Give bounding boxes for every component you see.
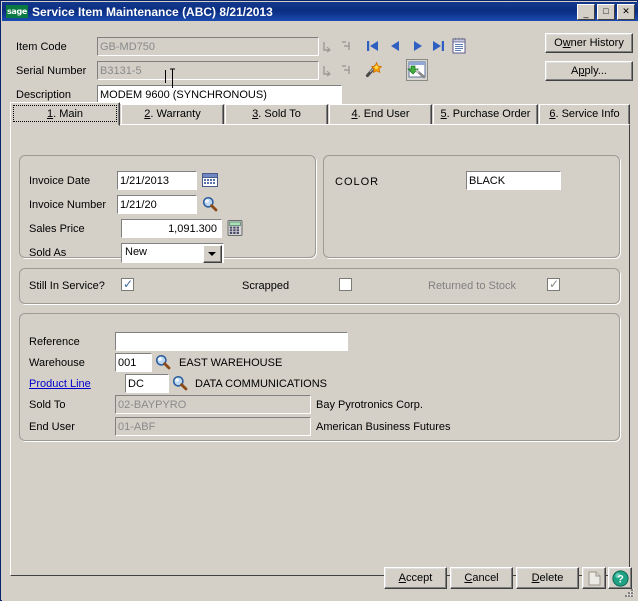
minimize-button[interactable]: _ xyxy=(577,4,595,20)
first-record-icon[interactable] xyxy=(365,38,381,54)
end-user-label: End User xyxy=(29,421,75,433)
serial-number-label: Serial Number xyxy=(16,65,87,77)
description-label: Description xyxy=(16,89,72,101)
sold-as-select[interactable]: New xyxy=(121,243,224,263)
reference-input[interactable] xyxy=(115,332,348,351)
sold-to-input[interactable] xyxy=(115,395,311,414)
tab-service-info-label: . Service Info xyxy=(555,108,620,120)
reference-label: Reference xyxy=(29,336,80,348)
product-line-link[interactable]: Product Line xyxy=(29,378,91,390)
description-input[interactable] xyxy=(97,85,342,104)
product-line-input[interactable] xyxy=(125,374,169,393)
color-input[interactable] xyxy=(466,171,561,190)
magnifier-lookup-icon[interactable] xyxy=(172,375,188,391)
calculator-icon[interactable] xyxy=(227,220,243,236)
tab-service-info[interactable]: 6. Service Info xyxy=(539,104,630,125)
tab-sold-to-label: . Sold To xyxy=(258,108,301,120)
sold-to-description: Bay Pyrotronics Corp. xyxy=(316,399,423,411)
list-lookup-icon[interactable] xyxy=(452,37,466,54)
magic-wand-icon[interactable] xyxy=(364,61,383,79)
returned-to-stock-checkbox: ✓ xyxy=(547,277,560,291)
warehouse-label: Warehouse xyxy=(29,357,85,369)
scrapped-label: Scrapped xyxy=(242,280,290,292)
expand-bracket-icon[interactable] xyxy=(322,39,335,54)
magnifier-lookup-icon[interactable] xyxy=(202,196,218,212)
item-code-label: Item Code xyxy=(16,41,67,53)
sage-logo-icon: sage xyxy=(6,5,28,18)
tab-purchase-order[interactable]: 5. Purchase Order xyxy=(433,104,538,125)
apply-button[interactable]: Apply... xyxy=(545,61,633,81)
end-user-input[interactable] xyxy=(115,417,311,436)
accept-button[interactable]: Accept xyxy=(384,567,447,589)
window-title: Service Item Maintenance (ABC) 8/21/2013 xyxy=(32,4,273,19)
last-record-icon[interactable] xyxy=(430,38,446,54)
cancel-button[interactable]: Cancel xyxy=(450,567,513,589)
previous-record-icon[interactable] xyxy=(387,38,403,54)
next-record-icon[interactable] xyxy=(410,38,426,54)
svg-text:?: ? xyxy=(617,573,624,585)
warehouse-input[interactable] xyxy=(115,353,152,372)
product-line-description: DATA COMMUNICATIONS xyxy=(195,378,327,390)
collapse-bracket-icon[interactable] xyxy=(340,39,353,54)
calendar-icon[interactable] xyxy=(202,172,218,188)
maximize-button[interactable]: □ xyxy=(597,4,615,20)
delete-button[interactable]: Delete xyxy=(516,567,579,589)
invoice-date-input[interactable] xyxy=(117,171,197,190)
sales-price-label: Sales Price xyxy=(29,223,85,235)
status-group-box xyxy=(19,268,620,304)
sold-as-value: New xyxy=(125,246,148,258)
collapse-bracket-icon[interactable] xyxy=(340,63,353,78)
magnifier-lookup-icon[interactable] xyxy=(155,354,171,370)
checkmark-icon: ✓ xyxy=(123,277,134,291)
tab-strip: 1. Main 2. Warranty 3. Sold To 4. End Us… xyxy=(10,102,630,126)
owner-history-button[interactable]: Owner History xyxy=(545,33,633,53)
print-preview-button[interactable] xyxy=(582,567,606,589)
title-bar: sage Service Item Maintenance (ABC) 8/21… xyxy=(2,2,638,21)
warehouse-description: EAST WAREHOUSE xyxy=(179,357,283,369)
invoice-number-input[interactable] xyxy=(117,195,197,214)
close-button[interactable]: ✕ xyxy=(617,4,635,20)
checkmark-icon: ✓ xyxy=(549,277,560,291)
tab-main[interactable]: 1. Main xyxy=(10,102,120,126)
item-code-input[interactable] xyxy=(97,37,319,56)
color-label: COLOR xyxy=(335,176,380,188)
tab-end-user[interactable]: 4. End User xyxy=(329,104,432,125)
window-frame: sage Service Item Maintenance (ABC) 8/21… xyxy=(0,0,638,601)
application-window: sage Service Item Maintenance (ABC) 8/21… xyxy=(0,0,638,601)
sales-price-input[interactable] xyxy=(121,219,222,238)
sold-to-label: Sold To xyxy=(29,399,66,411)
tab-panel-main: Invoice Date Invoice Number xyxy=(10,124,630,576)
still-in-service-label: Still In Service? xyxy=(29,280,105,292)
window-controls: _ □ ✕ xyxy=(577,4,635,20)
quick-print-icon[interactable] xyxy=(406,59,428,81)
text-caret xyxy=(165,70,166,83)
returned-to-stock-label: Returned to Stock xyxy=(428,280,517,292)
chevron-down-icon[interactable] xyxy=(203,245,222,263)
sold-as-label: Sold As xyxy=(29,247,67,259)
tab-end-user-label: . End User xyxy=(357,108,410,120)
tab-warranty-label: . Warranty xyxy=(150,108,201,120)
resize-grip[interactable] xyxy=(622,586,635,599)
tab-warranty[interactable]: 2. Warranty xyxy=(121,104,224,125)
end-user-description: American Business Futures xyxy=(316,421,451,433)
tab-main-label: . Main xyxy=(53,108,84,120)
invoice-date-label: Invoice Date xyxy=(29,175,91,187)
scrapped-checkbox[interactable] xyxy=(339,278,352,291)
serial-number-input[interactable] xyxy=(97,61,319,80)
invoice-number-label: Invoice Number xyxy=(29,199,107,211)
still-in-service-checkbox[interactable]: ✓ xyxy=(121,277,134,291)
expand-bracket-icon[interactable] xyxy=(322,63,335,78)
client-area: Item Code Serial Number Description xyxy=(2,21,638,601)
mouse-pointer xyxy=(168,68,177,93)
tab-sold-to[interactable]: 3. Sold To xyxy=(225,104,328,125)
tab-purchase-order-label: . Purchase Order xyxy=(446,108,531,120)
